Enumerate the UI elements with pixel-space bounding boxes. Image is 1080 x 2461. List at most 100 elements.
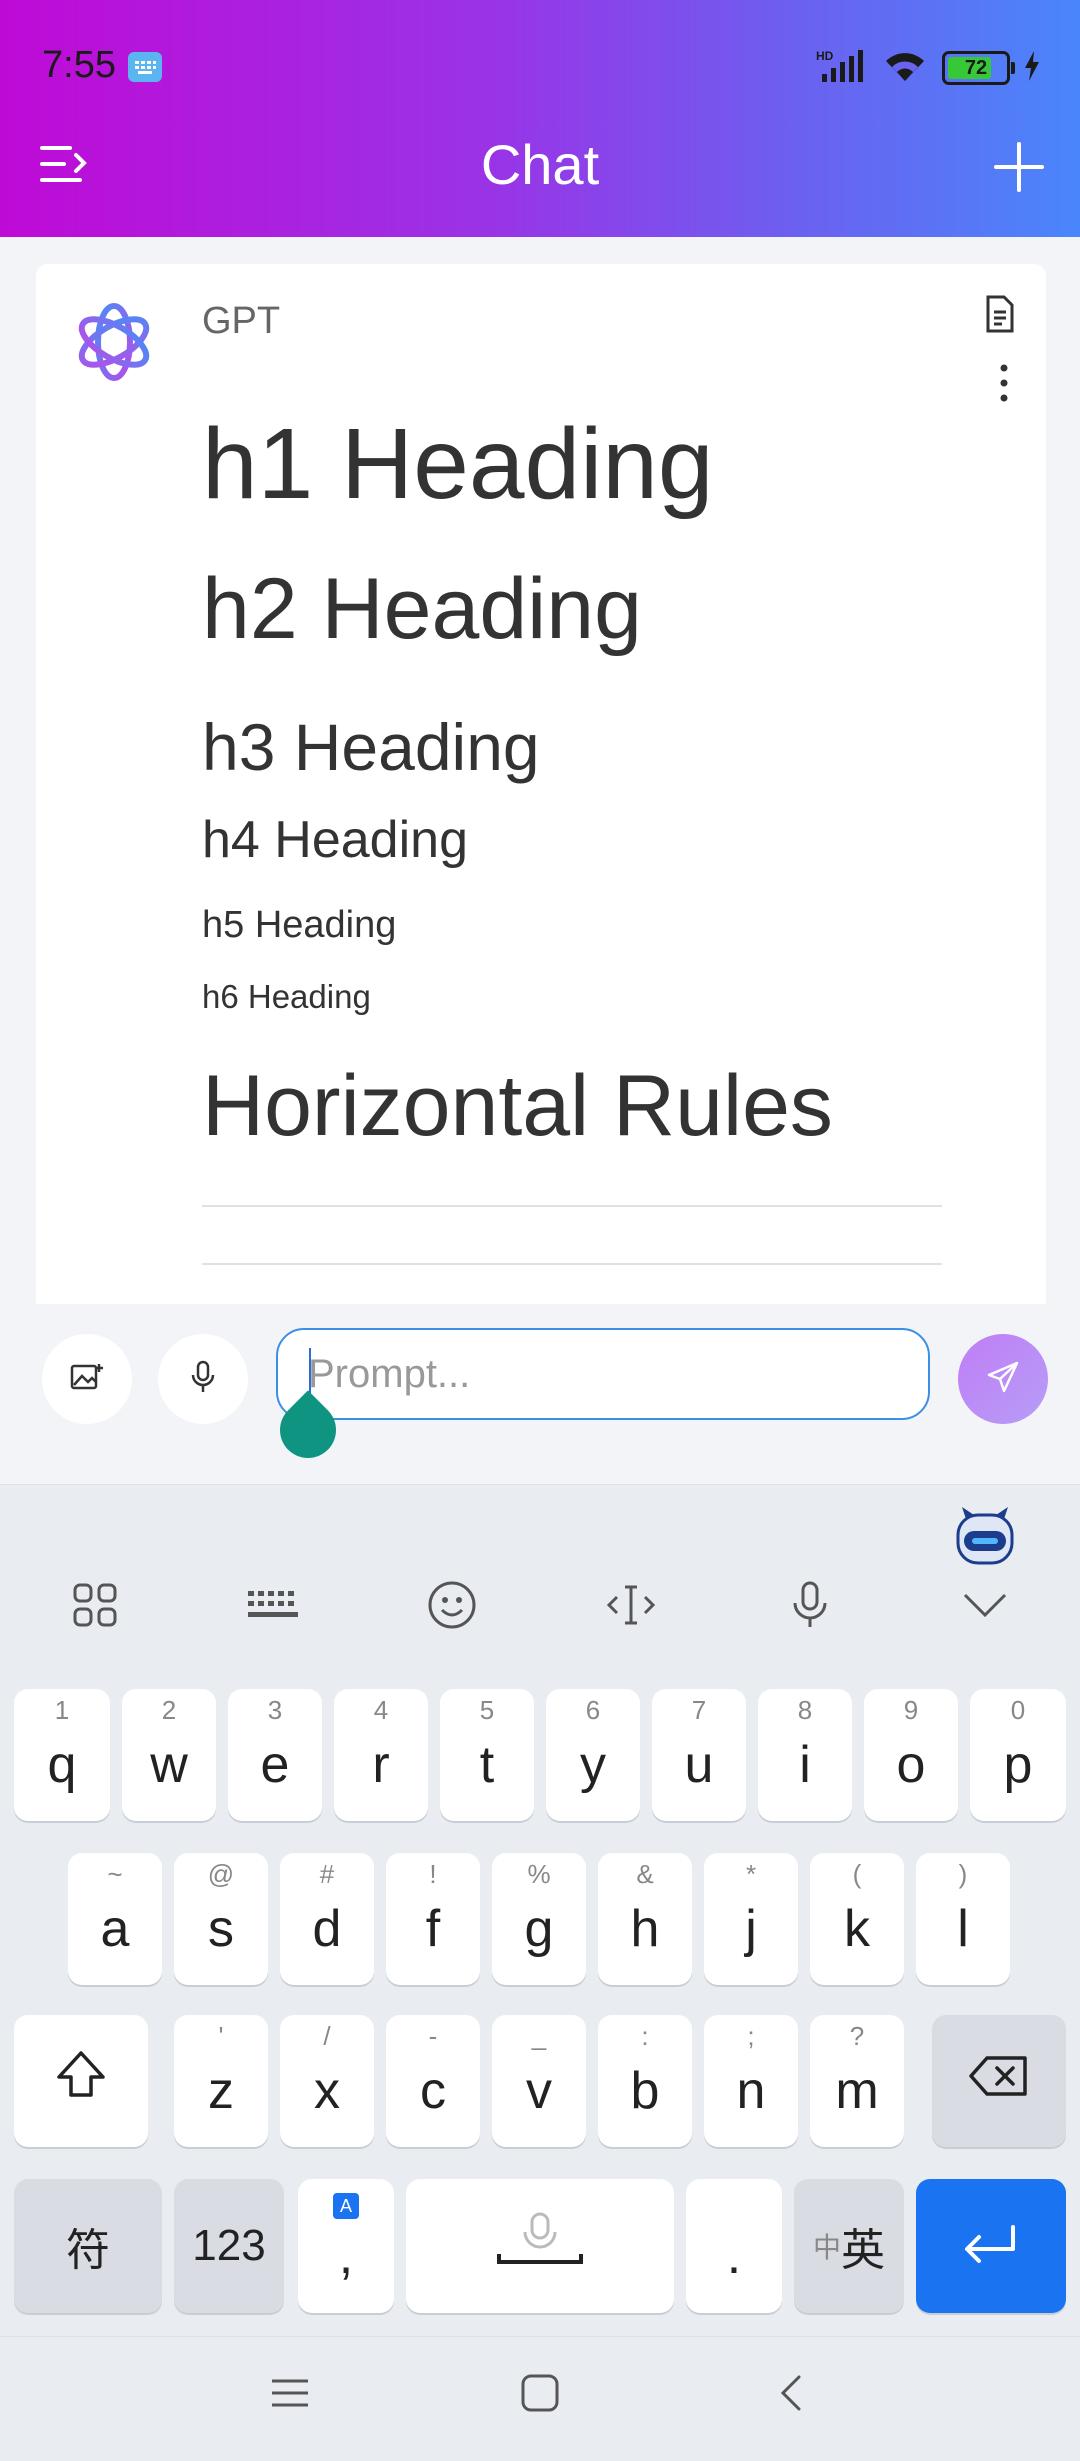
key-hint: 3 xyxy=(267,1695,283,1725)
backspace-key[interactable] xyxy=(932,2015,1066,2147)
attach-image-button[interactable] xyxy=(42,1334,132,1424)
back-icon[interactable] xyxy=(775,2373,805,2418)
app-header: 7:55 HD 72 Chat xyxy=(0,0,1080,237)
home-icon[interactable] xyxy=(520,2373,560,2418)
key-label: o xyxy=(896,1736,926,1794)
key[interactable]: / x xyxy=(280,2015,374,2147)
key-hint: ; xyxy=(747,2021,755,2051)
space-key[interactable] xyxy=(406,2179,674,2313)
key-hint: 5 xyxy=(479,1695,495,1725)
key-hint: 2 xyxy=(161,1695,177,1725)
heading-h4: h4 Heading xyxy=(202,811,468,869)
key[interactable]: 2w xyxy=(122,1689,216,1821)
key-hint: # xyxy=(319,1859,335,1889)
key[interactable]: ? m xyxy=(810,2015,904,2147)
composer-bar: Prompt... xyxy=(0,1304,1080,1484)
key[interactable]: @ s xyxy=(174,1853,268,1985)
key-hint: ' xyxy=(218,2021,224,2051)
key-label: m xyxy=(835,2062,879,2120)
keyboard-status-icon xyxy=(128,52,162,82)
key-hint: @ xyxy=(207,1859,235,1889)
key-hint: * xyxy=(745,1859,757,1889)
key[interactable]: 0p xyxy=(970,1689,1066,1821)
key-label: j xyxy=(745,1900,757,1958)
horizontal-rule xyxy=(202,1205,942,1207)
key[interactable]: 1q xyxy=(14,1689,110,1821)
key[interactable]: 6y xyxy=(546,1689,640,1821)
key-hint: & xyxy=(636,1859,654,1889)
signal-icon: HD xyxy=(816,48,868,89)
voice-input-button[interactable] xyxy=(158,1334,248,1424)
key-label: a xyxy=(100,1900,130,1958)
key[interactable]: ; n xyxy=(704,2015,798,2147)
symbols-key[interactable]: 符 xyxy=(14,2179,162,2313)
key[interactable]: 4r xyxy=(334,1689,428,1821)
key-label: w xyxy=(150,1736,188,1794)
key-hint: - xyxy=(428,2021,438,2051)
key-label: z xyxy=(208,2062,234,2120)
key-hint: 1 xyxy=(54,1695,70,1725)
key-label: x xyxy=(314,2062,340,2120)
key-hint: 6 xyxy=(585,1695,601,1725)
key-hint: ( xyxy=(852,1859,862,1889)
key[interactable]: ' z xyxy=(174,2015,268,2147)
text-cursor-icon[interactable] xyxy=(601,1575,661,1635)
voice-typing-icon[interactable] xyxy=(780,1575,840,1635)
space-mic-icon xyxy=(495,2210,585,2283)
key-hint: % xyxy=(527,1859,551,1889)
recent-apps-icon[interactable] xyxy=(270,2373,310,2418)
key[interactable]: 8i xyxy=(758,1689,852,1821)
comma-key[interactable]: A , xyxy=(298,2179,394,2313)
document-icon[interactable] xyxy=(982,294,1018,334)
heading-h5: h5 Heading xyxy=(202,904,397,946)
numbers-key[interactable]: 123 xyxy=(174,2179,284,2313)
key[interactable]: * j xyxy=(704,1853,798,1985)
keyboard-layout-icon[interactable] xyxy=(243,1575,303,1635)
new-chat-icon[interactable] xyxy=(992,140,1046,194)
key[interactable]: _ v xyxy=(492,2015,586,2147)
key-hint: ! xyxy=(429,1859,437,1889)
key-label: t xyxy=(479,1736,495,1794)
key-label: d xyxy=(312,1900,342,1958)
shift-key[interactable] xyxy=(14,2015,148,2147)
key[interactable]: & h xyxy=(598,1853,692,1985)
key-label: r xyxy=(372,1736,390,1794)
keyboard-mascot-icon[interactable] xyxy=(954,1505,1016,1567)
key[interactable]: :b xyxy=(598,2015,692,2147)
key[interactable]: (k xyxy=(810,1853,904,1985)
key[interactable]: ~ a xyxy=(68,1853,162,1985)
page-title: Chat xyxy=(480,133,600,196)
key-hint: 0 xyxy=(1010,1695,1026,1725)
enter-key[interactable] xyxy=(916,2179,1066,2313)
send-button[interactable] xyxy=(958,1334,1048,1424)
image-icon xyxy=(70,1362,104,1397)
emoji-icon[interactable] xyxy=(422,1575,482,1635)
prompt-input[interactable]: Prompt... xyxy=(276,1328,930,1420)
key[interactable]: 9o xyxy=(864,1689,958,1821)
language-key[interactable]: 中英 xyxy=(794,2179,904,2313)
key-label: v xyxy=(526,2062,552,2120)
heading-h1: h1 Heading xyxy=(202,408,714,520)
key-label: n xyxy=(736,2062,766,2120)
apps-grid-icon[interactable] xyxy=(65,1575,125,1635)
heading-h3: h3 Heading xyxy=(202,710,540,784)
key[interactable]: ! f xyxy=(386,1853,480,1985)
collapse-keyboard-icon[interactable] xyxy=(955,1575,1015,1635)
key[interactable]: 5t xyxy=(440,1689,534,1821)
key-hint: _ xyxy=(531,2021,547,2051)
key[interactable]: # d xyxy=(280,1853,374,1985)
battery-level: 72 xyxy=(964,56,988,79)
key[interactable]: 3e xyxy=(228,1689,322,1821)
key-label: g xyxy=(524,1900,554,1958)
key[interactable]: 7u xyxy=(652,1689,746,1821)
period-key[interactable]: . xyxy=(686,2179,782,2313)
key[interactable]: ) l xyxy=(916,1853,1010,1985)
heading-h2: h2 Heading xyxy=(202,561,642,657)
battery-icon: 72 xyxy=(942,51,1015,85)
system-nav-bar xyxy=(0,2336,1080,2461)
key[interactable]: -c xyxy=(386,2015,480,2147)
message-content: h1 Heading h2 Heading h3 Heading h4 Head… xyxy=(202,384,946,1265)
gpt-logo-icon xyxy=(66,294,162,390)
key[interactable]: % g xyxy=(492,1853,586,1985)
more-options-icon[interactable] xyxy=(992,360,1016,406)
